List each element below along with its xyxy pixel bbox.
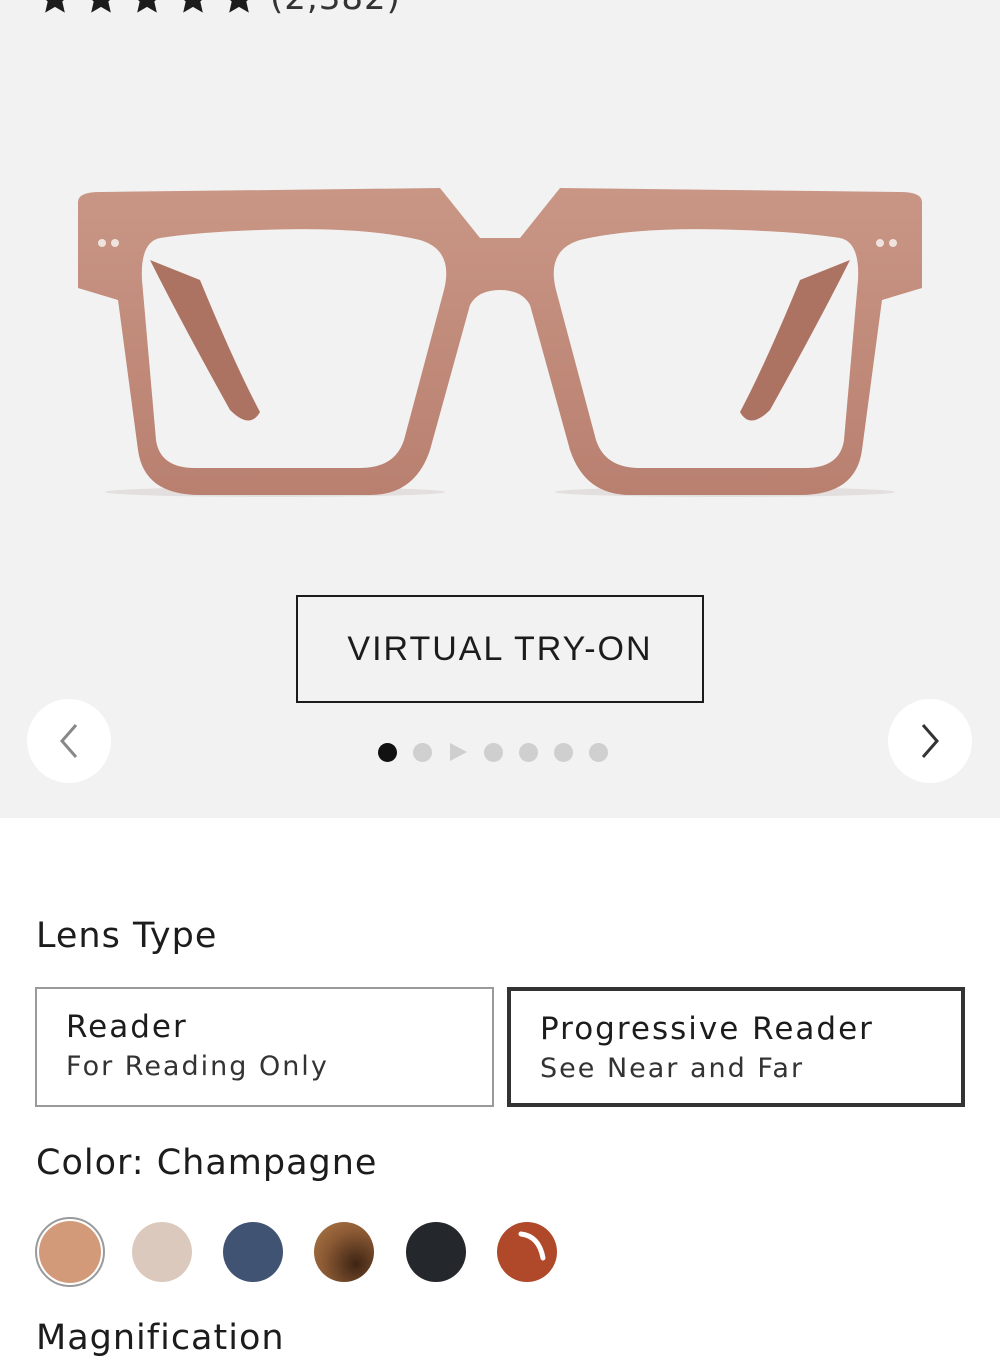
- product-rating[interactable]: (2,382): [36, 0, 401, 18]
- swatch-red-pattern[interactable]: [492, 1217, 562, 1287]
- lens-type-title: Lens Type: [36, 916, 218, 956]
- lens-option-subtitle: For Reading Only: [66, 1051, 329, 1082]
- color-label: Color:: [36, 1143, 145, 1183]
- swatch-black[interactable]: [401, 1217, 471, 1287]
- product-image-gallery[interactable]: (2,382) VIRTUAL TRY-ON: [0, 0, 1000, 818]
- color-value: Champagne: [156, 1143, 378, 1183]
- swatch-navy[interactable]: [218, 1217, 288, 1287]
- swatch-fill: [406, 1222, 466, 1282]
- next-image-button[interactable]: [888, 699, 972, 783]
- star-icon: [183, 0, 203, 13]
- swatch-fill: [39, 1221, 101, 1283]
- star-icon: [45, 0, 65, 13]
- swatch-champagne[interactable]: [35, 1217, 105, 1287]
- color-heading: Color: Champagne: [36, 1143, 377, 1183]
- lens-option-name: Progressive Reader: [540, 1011, 874, 1047]
- product-image-glasses: [78, 188, 922, 497]
- swatch-fill: [223, 1222, 283, 1282]
- swatch-fill: [132, 1222, 192, 1282]
- review-count[interactable]: (2,382): [270, 0, 401, 18]
- star-icon: [137, 0, 157, 13]
- previous-image-button[interactable]: [27, 699, 111, 783]
- pagination-dot[interactable]: [413, 742, 432, 762]
- lens-option-progressive-reader[interactable]: Progressive Reader See Near and Far: [507, 987, 965, 1107]
- virtual-try-on-button[interactable]: VIRTUAL TRY-ON: [296, 595, 704, 703]
- swatch-beige[interactable]: [127, 1217, 197, 1287]
- gallery-pagination: [378, 741, 608, 763]
- lens-option-name: Reader: [66, 1009, 188, 1045]
- swatch-fill: [497, 1222, 557, 1282]
- pagination-dot[interactable]: [519, 742, 538, 762]
- pagination-dot[interactable]: [554, 742, 573, 762]
- pagination-dot[interactable]: [378, 742, 397, 762]
- star-icon: [91, 0, 111, 13]
- play-icon[interactable]: [448, 742, 468, 762]
- pagination-dot[interactable]: [484, 742, 503, 762]
- chevron-right-icon: [921, 724, 939, 758]
- pagination-dot[interactable]: [589, 742, 608, 762]
- rating-stars: [36, 0, 258, 17]
- magnification-heading: Magnification: [36, 1318, 285, 1358]
- swatch-tortoise[interactable]: [309, 1217, 379, 1287]
- lens-option-subtitle: See Near and Far: [540, 1053, 805, 1084]
- lens-option-reader[interactable]: Reader For Reading Only: [35, 987, 494, 1107]
- star-icon: [229, 0, 249, 13]
- chevron-left-icon: [60, 724, 78, 758]
- swatch-fill: [314, 1222, 374, 1282]
